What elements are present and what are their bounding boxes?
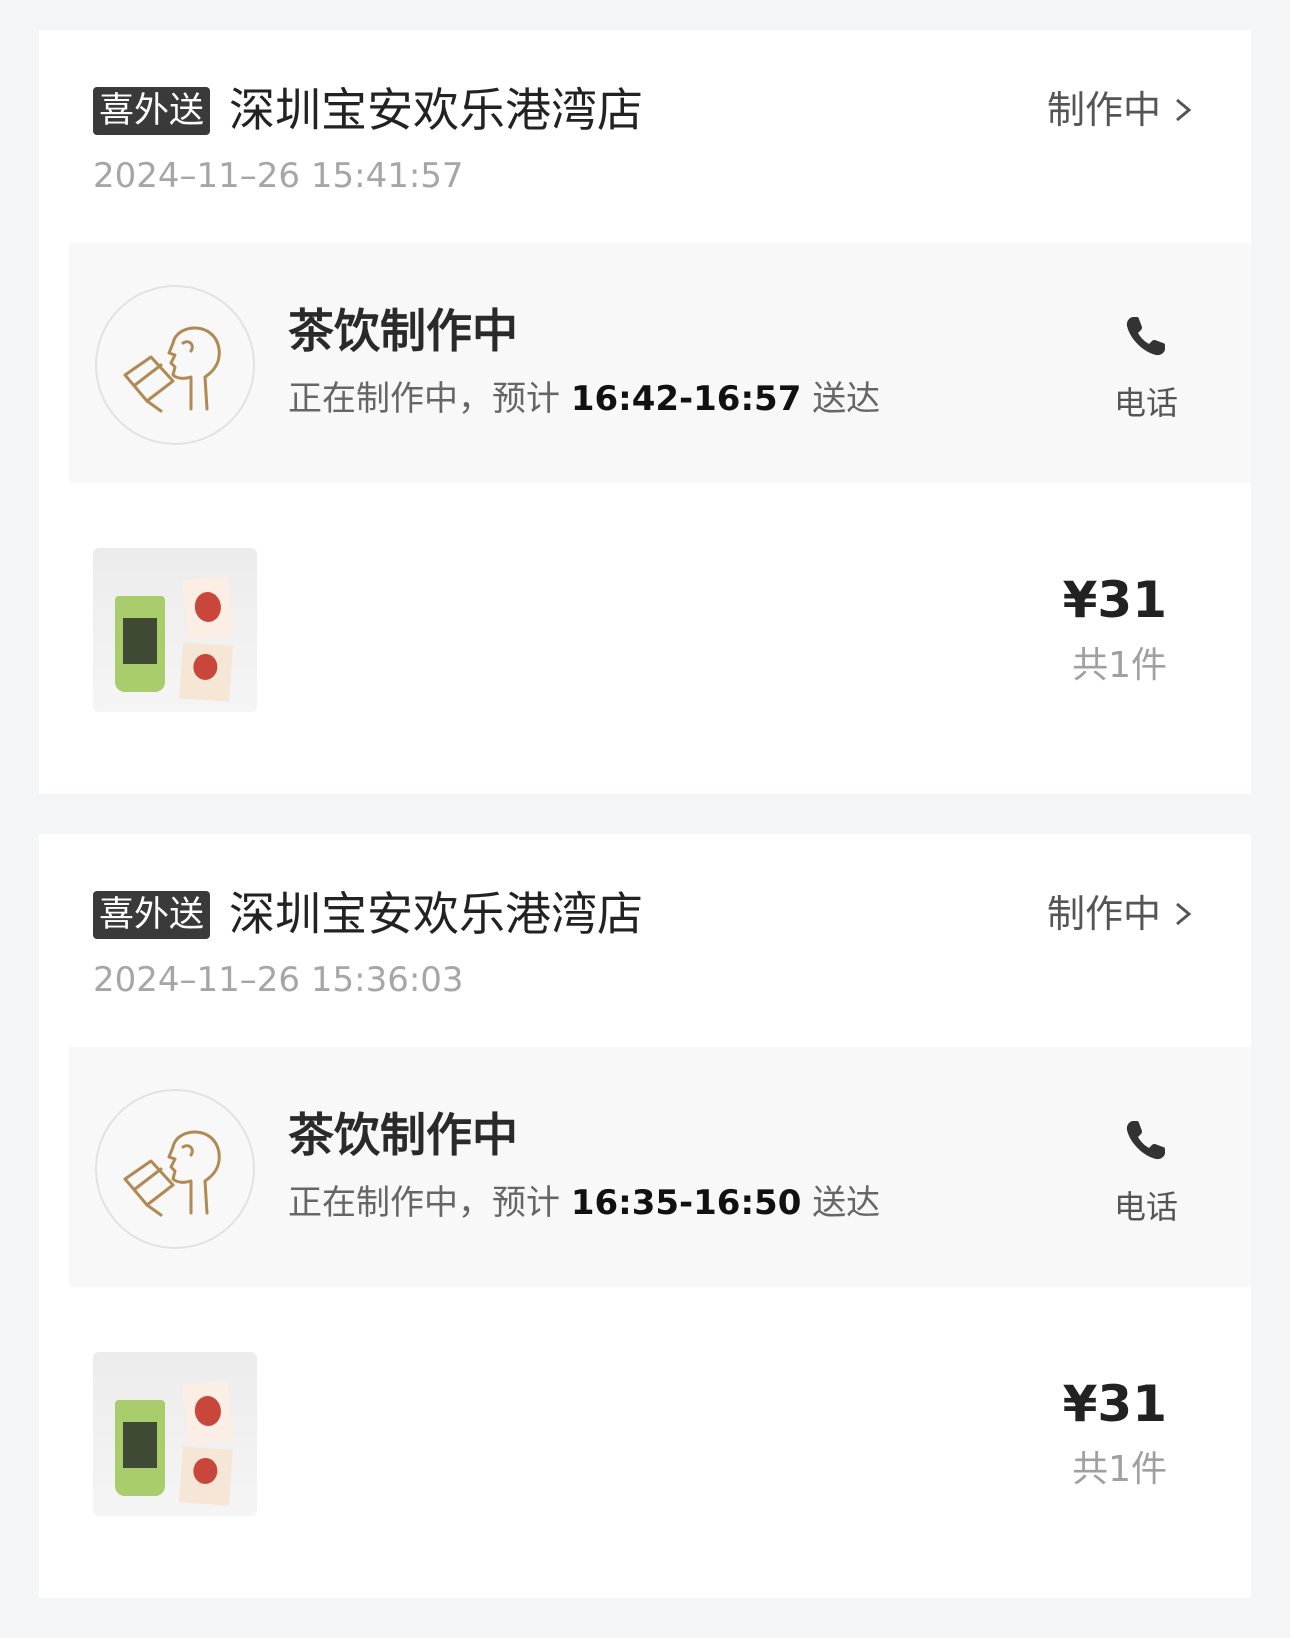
progress-prefix: 正在制作中，预计 (288, 1183, 560, 1223)
order-status-link[interactable]: 制作中 (1047, 86, 1197, 134)
order-card[interactable]: 喜外送 深圳宝安欢乐港湾店 制作中 2024–11–26 15:41:57 茶饮… (39, 30, 1251, 794)
progress-suffix: 送达 (812, 379, 881, 419)
order-card[interactable]: 喜外送 深圳宝安欢乐港湾店 制作中 2024–11–26 15:36:03 茶饮… (39, 834, 1251, 1598)
drinking-person-icon (95, 1089, 255, 1249)
order-header: 喜外送 深圳宝安欢乐港湾店 制作中 (93, 884, 1197, 944)
order-status-label: 制作中 (1046, 88, 1161, 132)
store-name: 深圳宝安欢乐港湾店 (229, 887, 643, 941)
progress-panel: 茶饮制作中 正在制作中，预计 16:35-16:50 送达 电话 (69, 1047, 1251, 1287)
product-cup-label (123, 618, 157, 664)
drinking-person-icon (95, 285, 255, 445)
progress-title: 茶饮制作中 (288, 1108, 518, 1162)
progress-prefix: 正在制作中，预计 (288, 379, 560, 419)
order-price: ¥31 (1062, 571, 1167, 629)
order-header: 喜外送 深圳宝安欢乐港湾店 制作中 (93, 80, 1197, 140)
progress-description: 正在制作中，预计 16:35-16:50 送达 (288, 1180, 880, 1226)
product-sticker (181, 575, 235, 641)
product-sticker (179, 1446, 233, 1506)
order-status-link[interactable]: 制作中 (1047, 890, 1197, 938)
progress-title: 茶饮制作中 (288, 304, 518, 358)
order-time: 2024–11–26 15:36:03 (93, 960, 464, 1000)
chevron-right-icon (1176, 902, 1192, 926)
order-item-count: 共1件 (1072, 1449, 1167, 1490)
delivery-eta: 16:35-16:50 (570, 1183, 802, 1223)
phone-icon (1126, 317, 1165, 356)
phone-label: 电话 (1113, 1188, 1178, 1226)
phone-label: 电话 (1113, 384, 1178, 422)
order-status-label: 制作中 (1046, 892, 1161, 936)
brand-badge: 喜外送 (93, 87, 211, 135)
brand-badge: 喜外送 (93, 891, 211, 939)
call-store-button[interactable]: 电话 (1101, 1117, 1191, 1237)
order-price: ¥31 (1062, 1375, 1167, 1433)
progress-description: 正在制作中，预计 16:42-16:57 送达 (288, 376, 880, 422)
progress-panel: 茶饮制作中 正在制作中，预计 16:42-16:57 送达 电话 (69, 243, 1251, 483)
progress-suffix: 送达 (812, 1183, 881, 1223)
delivery-eta: 16:42-16:57 (570, 379, 802, 419)
product-image[interactable] (93, 1352, 257, 1516)
product-sticker (179, 642, 233, 702)
order-time: 2024–11–26 15:41:57 (93, 156, 464, 196)
product-cup-label (123, 1422, 157, 1468)
product-image[interactable] (93, 548, 257, 712)
store-name: 深圳宝安欢乐港湾店 (229, 83, 643, 137)
phone-icon (1126, 1121, 1165, 1160)
chevron-right-icon (1176, 98, 1192, 122)
order-item-count: 共1件 (1072, 645, 1167, 686)
product-sticker (181, 1379, 235, 1445)
call-store-button[interactable]: 电话 (1101, 313, 1191, 433)
